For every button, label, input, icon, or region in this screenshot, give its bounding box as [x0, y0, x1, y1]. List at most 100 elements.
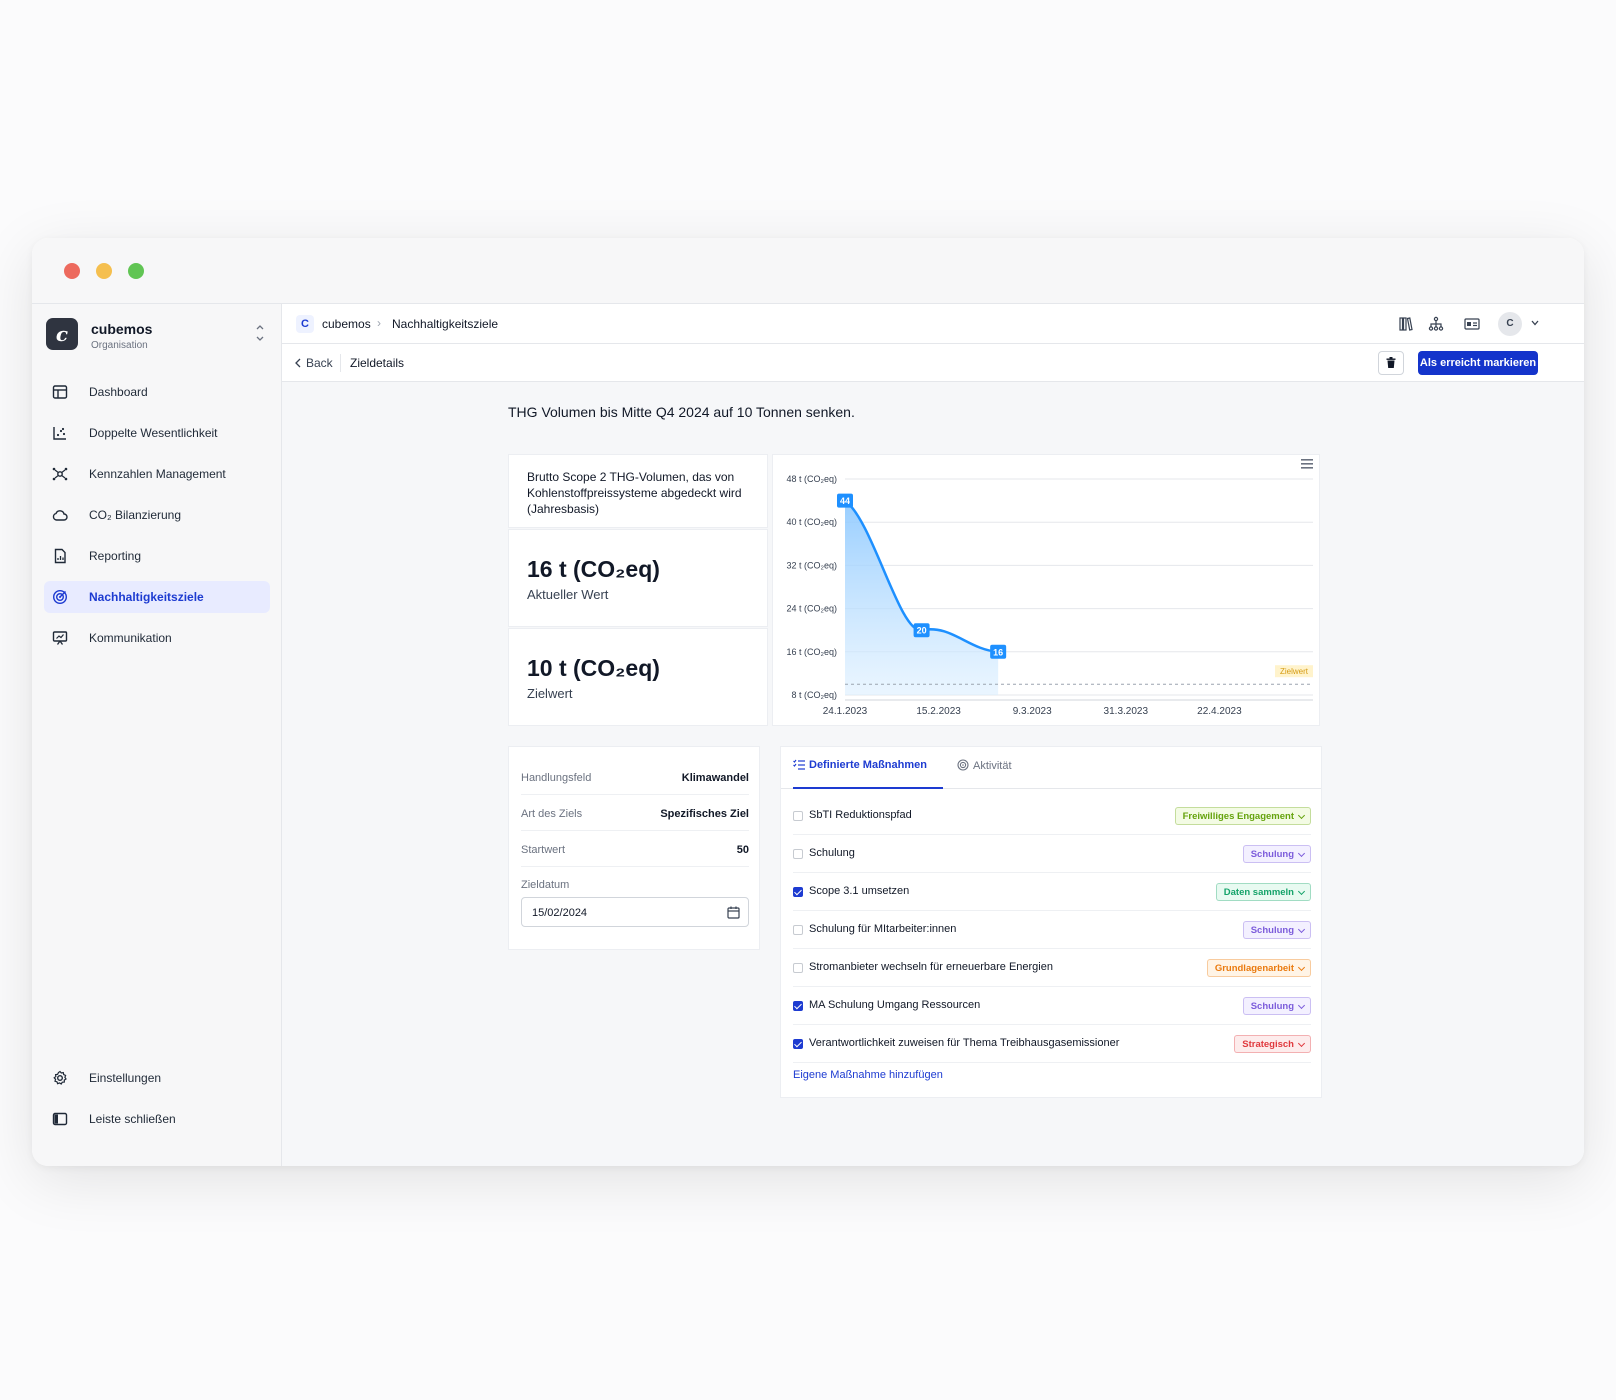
tab-label: Definierte Maßnahmen	[809, 759, 927, 771]
measure-checkbox[interactable]	[793, 1039, 803, 1049]
sidebar-item-co2-bilanzierung[interactable]: CO₂ Bilanzierung	[44, 499, 270, 531]
measure-label: Verantwortlichkeit zuweisen für Thema Tr…	[809, 1037, 1120, 1049]
org-subtitle: Organisation	[91, 340, 148, 351]
detail-key: Handlungsfeld	[521, 772, 592, 784]
org-logo: c	[46, 318, 78, 350]
sidebar-collapse-icon	[52, 1112, 68, 1126]
delete-button[interactable]	[1378, 351, 1404, 375]
target-value-label: Zielwert	[527, 686, 573, 701]
kpi-description-card: Brutto Scope 2 THG-Volumen, das von Kohl…	[508, 454, 768, 528]
kpi-description: Brutto Scope 2 THG-Volumen, das von Kohl…	[527, 470, 742, 516]
measure-category-dropdown[interactable]: Schulung	[1242, 921, 1311, 939]
target-value: 10 t (CO₂eq)	[527, 655, 660, 681]
back-button[interactable]: Back	[294, 356, 333, 370]
measure-checkbox[interactable]	[793, 963, 803, 973]
sidebar-item-kommunikation[interactable]: Kommunikation	[44, 622, 270, 654]
back-label: Back	[306, 356, 333, 370]
layout-icon	[52, 385, 68, 399]
sidebar-item-leiste-schliessen[interactable]: Leiste schließen	[44, 1103, 270, 1135]
sidebar-item-dashboard[interactable]: Dashboard	[44, 376, 270, 408]
breadcrumb-page[interactable]: Nachhaltigkeitsziele	[392, 317, 498, 331]
sidebar-item-kennzahlen-management[interactable]: Kennzahlen Management	[44, 458, 270, 490]
window-minimize-button[interactable]	[96, 263, 112, 279]
target-icon	[957, 759, 969, 771]
data-label: 16	[993, 647, 1003, 657]
cloud-icon	[52, 510, 68, 521]
measure-row: MA Schulung Umgang Ressourcen Schulung	[793, 987, 1311, 1025]
user-avatar[interactable]: C	[1498, 312, 1522, 336]
library-icon[interactable]	[1398, 316, 1414, 332]
y-tick-label: 8 t (CO₂eq)	[791, 690, 837, 700]
chevron-updown-icon[interactable]	[252, 322, 268, 346]
org-name: cubemos	[91, 321, 153, 337]
x-tick-label: 22.4.2023	[1197, 706, 1242, 717]
tab-definierte-massnahmen[interactable]: Definierte Maßnahmen	[793, 759, 943, 789]
measure-label: Schulung	[809, 847, 855, 859]
sidebar-item-label: CO₂ Bilanzierung	[89, 508, 182, 522]
current-value: 16 t (CO₂eq)	[527, 556, 660, 582]
sidebar-item-label: Dashboard	[89, 385, 148, 399]
x-tick-label: 15.2.2023	[916, 706, 961, 717]
measure-checkbox[interactable]	[793, 849, 803, 859]
y-tick-label: 48 t (CO₂eq)	[786, 474, 837, 484]
measure-category-dropdown[interactable]: Strategisch	[1234, 1035, 1311, 1053]
tab-bar: Definierte Maßnahmen Aktivität	[781, 747, 1321, 789]
detail-key: Startwert	[521, 844, 566, 856]
measure-category-dropdown[interactable]: Grundlagenarbeit	[1206, 959, 1311, 977]
top-bar: C cubemos › Nachhaltigkeitsziele C	[282, 304, 1584, 344]
measure-row: SbTI Reduktionspfad Freiwilliges Engageme…	[793, 797, 1311, 835]
window-close-button[interactable]	[64, 263, 80, 279]
current-value-label: Aktueller Wert	[527, 587, 609, 602]
chevron-down-icon[interactable]	[1530, 318, 1540, 328]
target-date-input[interactable]: 15/02/2024	[521, 897, 749, 927]
measure-row: Verantwortlichkeit zuweisen für Thema Tr…	[793, 1025, 1311, 1063]
breadcrumb-separator: ›	[377, 316, 381, 330]
sidebar-item-doppelte-wesentlichkeit[interactable]: Doppelte Wesentlichkeit	[44, 417, 270, 449]
y-tick-label: 24 t (CO₂eq)	[786, 604, 837, 614]
trash-icon	[1386, 357, 1396, 368]
tab-aktivitaet[interactable]: Aktivität	[957, 759, 1037, 789]
calendar-icon[interactable]	[727, 906, 740, 919]
org-switcher[interactable]: c cubemos Organisation	[46, 318, 268, 352]
measure-checkbox[interactable]	[793, 887, 803, 897]
main-content: C cubemos › Nachhaltigkeitsziele C Back …	[282, 304, 1584, 1166]
sidebar-item-nachhaltigkeitsziele[interactable]: Nachhaltigkeitsziele	[44, 581, 270, 613]
y-tick-label: 40 t (CO₂eq)	[786, 517, 837, 527]
measure-category-dropdown[interactable]: Schulung	[1242, 845, 1311, 863]
sidebar-item-label: Einstellungen	[89, 1071, 162, 1085]
gear-icon	[53, 1070, 67, 1085]
measure-checkbox[interactable]	[793, 811, 803, 821]
detail-value: 50	[736, 844, 749, 856]
checklist-icon	[793, 759, 805, 770]
sidebar: c cubemos Organisation Dashboard Doppelt…	[32, 304, 282, 1166]
breadcrumb-org[interactable]: cubemos	[322, 317, 371, 331]
target-date-value: 15/02/2024	[532, 907, 588, 919]
measure-category-dropdown[interactable]: Freiwilliges Engagement	[1174, 807, 1311, 825]
document-chart-icon	[54, 548, 66, 564]
measure-category-dropdown[interactable]: Daten sammeln	[1215, 883, 1311, 901]
detail-row: Startwert 50	[521, 831, 749, 867]
chart-menu-icon[interactable]	[1301, 459, 1313, 469]
sidebar-item-reporting[interactable]: Reporting	[44, 540, 270, 572]
id-card-icon[interactable]	[1464, 316, 1480, 332]
hierarchy-icon[interactable]	[1428, 316, 1444, 332]
tab-label: Aktivität	[973, 760, 1012, 772]
measure-label: Stromanbieter wechseln für erneuerbare E…	[809, 961, 1053, 973]
x-tick-label: 24.1.2023	[823, 706, 868, 717]
measure-checkbox[interactable]	[793, 925, 803, 935]
y-tick-label: 16 t (CO₂eq)	[786, 647, 837, 657]
measure-checkbox[interactable]	[793, 1001, 803, 1011]
sidebar-item-label: Kennzahlen Management	[89, 467, 226, 481]
presentation-icon	[52, 631, 68, 645]
measure-label: SbTI Reduktionspfad	[809, 809, 912, 821]
window-maximize-button[interactable]	[128, 263, 144, 279]
breadcrumb-org-logo: C	[296, 315, 314, 333]
x-tick-label: 9.3.2023	[1013, 706, 1052, 717]
add-measure-link[interactable]: Eigene Maßnahme hinzufügen	[793, 1069, 943, 1081]
measure-row: Scope 3.1 umsetzen Daten sammeln	[793, 873, 1311, 911]
sidebar-item-einstellungen[interactable]: Einstellungen	[44, 1062, 270, 1094]
mark-achieved-button[interactable]: Als erreicht markieren	[1418, 351, 1538, 375]
measure-category-dropdown[interactable]: Schulung	[1242, 997, 1311, 1015]
measure-row: Schulung für MItarbeiter:innen Schulung	[793, 911, 1311, 949]
y-tick-label: 32 t (CO₂eq)	[786, 560, 837, 570]
